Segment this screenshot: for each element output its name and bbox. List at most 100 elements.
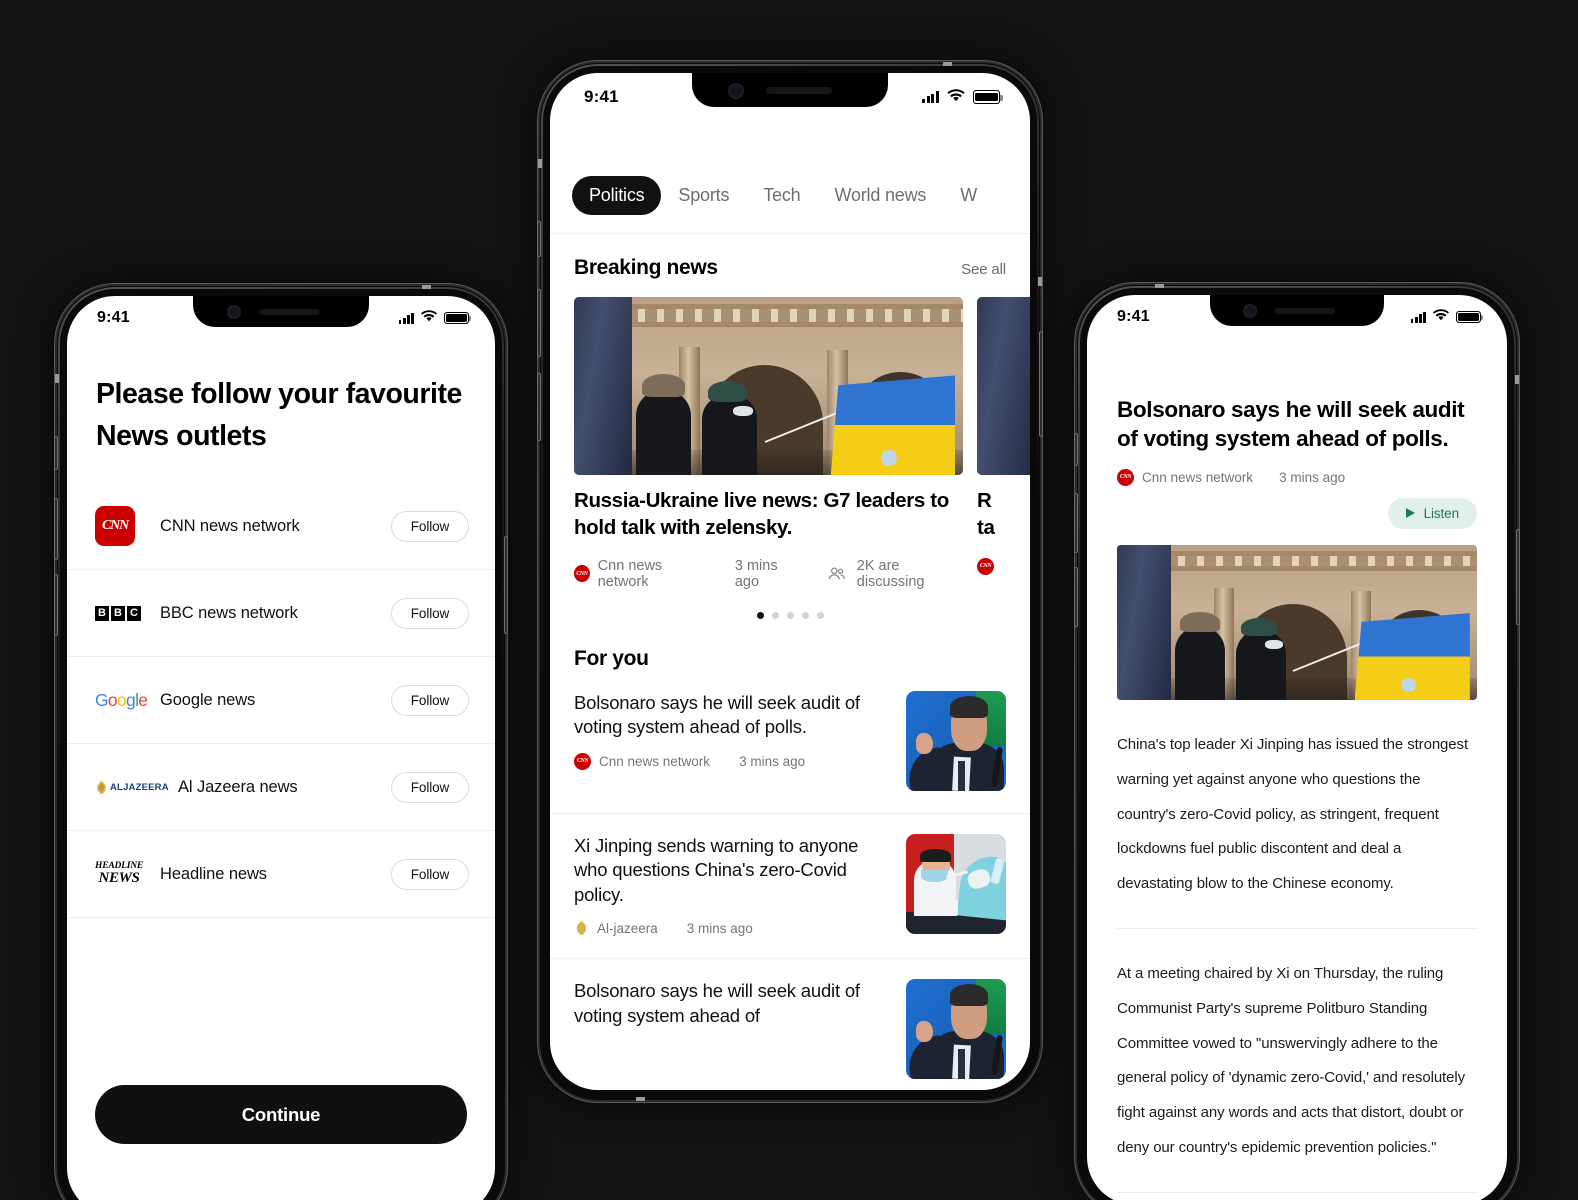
antenna-line bbox=[538, 159, 542, 168]
listen-button[interactable]: Listen bbox=[1387, 497, 1477, 529]
antenna-line bbox=[1515, 375, 1519, 384]
volume-down-button[interactable] bbox=[54, 574, 58, 636]
power-button[interactable] bbox=[1039, 331, 1043, 437]
earpiece-speaker bbox=[766, 86, 832, 94]
pager-dot[interactable] bbox=[771, 611, 779, 619]
cnn-logo: CNN bbox=[574, 752, 591, 770]
breaking-news-carousel[interactable]: Russia-Ukraine live news: G7 leaders to … bbox=[550, 280, 1030, 590]
cellular-signal-icon bbox=[1410, 311, 1426, 323]
wifi-icon bbox=[947, 87, 965, 107]
story-body: Bolsonaro says he will seek audit of vot… bbox=[574, 691, 888, 770]
ukraine-protest-photo bbox=[1117, 544, 1477, 700]
list-item[interactable]: Bolsonaro says he will seek audit of vot… bbox=[550, 671, 1030, 814]
earpiece-speaker bbox=[1275, 307, 1335, 314]
pager-dot[interactable] bbox=[801, 611, 809, 619]
page-title: Please follow your favourite News outlet… bbox=[96, 378, 462, 452]
timestamp: 3 mins ago bbox=[739, 753, 806, 769]
story-body: Bolsonaro says he will seek audit of vot… bbox=[574, 979, 888, 1028]
timestamp: 3 mins ago bbox=[734, 557, 778, 590]
cnn-logo: CNN bbox=[95, 506, 147, 547]
status-time: 9:41 bbox=[1117, 308, 1150, 325]
outlet-name: Google news bbox=[160, 690, 256, 709]
list-item[interactable]: BBC BBC news network Follow bbox=[67, 570, 495, 658]
timestamp: 3 mins ago bbox=[686, 920, 753, 936]
cnn-logo: CNN bbox=[574, 565, 590, 583]
story-title: Bolsonaro says he will seek audit of vot… bbox=[574, 691, 860, 738]
volume-up-button[interactable] bbox=[537, 289, 541, 357]
list-item[interactable]: ALJAZEERA Al Jazeera news Follow bbox=[67, 744, 495, 832]
tab-overflow[interactable]: W bbox=[943, 176, 994, 215]
follow-button[interactable]: Follow bbox=[391, 858, 469, 890]
continue-button[interactable]: Continue bbox=[95, 1085, 467, 1144]
phone1-screen: 9:41 Please follow your favourite News o… bbox=[67, 296, 495, 1200]
follow-button[interactable]: Follow bbox=[391, 510, 469, 542]
pager-dot[interactable] bbox=[756, 611, 764, 619]
phone3-screen: 9:41 Bolsonaro says he will seek audit o… bbox=[1087, 295, 1507, 1200]
volume-up-button[interactable] bbox=[1074, 493, 1078, 553]
wifi-icon bbox=[1433, 308, 1449, 326]
battery-icon bbox=[1456, 310, 1484, 324]
story-meta: Al-jazeera 3 mins ago bbox=[574, 920, 888, 936]
notch bbox=[193, 296, 369, 327]
mute-switch[interactable] bbox=[1074, 433, 1078, 466]
tab-politics[interactable]: Politics bbox=[572, 176, 662, 215]
front-camera bbox=[728, 83, 744, 99]
source: CNN Cnn news network bbox=[1117, 468, 1253, 486]
article-meta: CNN Cnn news network 3 mins ago bbox=[1087, 454, 1507, 486]
cellular-signal-icon bbox=[922, 91, 939, 103]
volume-up-button[interactable] bbox=[54, 498, 58, 560]
mute-switch[interactable] bbox=[537, 221, 541, 257]
canvas: 9:41 Please follow your favourite News o… bbox=[0, 0, 1578, 1200]
pager-dot[interactable] bbox=[786, 611, 794, 619]
list-item[interactable]: CNN CNN news network Follow bbox=[67, 483, 495, 571]
news-card[interactable]: R ta CNN bbox=[977, 297, 1030, 590]
source: CNN Cnn news network bbox=[574, 558, 708, 590]
notch bbox=[692, 73, 888, 107]
volume-down-button[interactable] bbox=[537, 373, 541, 441]
tab-sports[interactable]: Sports bbox=[661, 176, 746, 215]
follow-button[interactable]: Follow bbox=[391, 684, 469, 716]
section-title: Breaking news bbox=[574, 256, 718, 279]
aljazeera-logo: ALJAZEERA bbox=[95, 780, 169, 795]
source-name: Cnn news network bbox=[597, 557, 663, 590]
status-icons bbox=[398, 309, 472, 327]
aljazeera-logo bbox=[574, 920, 589, 936]
front-camera bbox=[1243, 304, 1257, 318]
bolsonaro-photo bbox=[906, 690, 1006, 791]
play-icon bbox=[1405, 508, 1415, 519]
list-item[interactable]: Google Google news Follow bbox=[67, 657, 495, 745]
source: CNN Cnn news network bbox=[574, 752, 710, 770]
tab-tech[interactable]: Tech bbox=[746, 176, 817, 215]
follow-button[interactable]: Follow bbox=[391, 597, 469, 629]
power-button[interactable] bbox=[1516, 529, 1520, 625]
wifi-icon bbox=[421, 309, 437, 327]
list-item[interactable]: Bolsonaro says he will seek audit of vot… bbox=[550, 959, 1030, 1090]
news-feed-screen: Politics Sports Tech World news W Breaki… bbox=[550, 73, 1030, 1090]
front-camera bbox=[227, 305, 241, 319]
antenna-line bbox=[1038, 277, 1042, 286]
timestamp: 3 mins ago bbox=[1279, 469, 1346, 485]
see-all-link[interactable]: See all bbox=[961, 261, 1006, 278]
battery-icon bbox=[444, 311, 472, 325]
carousel-pager[interactable] bbox=[550, 611, 1030, 619]
power-button[interactable] bbox=[504, 536, 508, 634]
follow-button[interactable]: Follow bbox=[391, 771, 469, 803]
outlet-name: BBC news network bbox=[160, 603, 298, 622]
phone-news-feed: 9:41 Politics Sports Tech World news W B… bbox=[537, 62, 1043, 1101]
tab-world-news[interactable]: World news bbox=[817, 176, 943, 215]
mute-switch[interactable] bbox=[54, 436, 58, 470]
story-title: Xi Jinping sends warning to anyone who q… bbox=[574, 834, 859, 905]
news-card-title: R ta bbox=[977, 489, 995, 539]
bolsonaro-photo bbox=[906, 979, 1006, 1080]
list-item[interactable]: Xi Jinping sends warning to anyone who q… bbox=[550, 814, 1030, 960]
pager-dot[interactable] bbox=[816, 611, 824, 619]
discussing-count: 2K are discussing bbox=[856, 557, 925, 590]
list-item[interactable]: HEADLINE NEWS Headline news Follow bbox=[67, 831, 495, 919]
battery-icon bbox=[973, 90, 1003, 104]
covid-swab-photo bbox=[906, 833, 1006, 934]
news-card[interactable]: Russia-Ukraine live news: G7 leaders to … bbox=[574, 297, 963, 590]
notch bbox=[1210, 295, 1384, 326]
news-card-meta: CNN bbox=[977, 557, 1030, 575]
volume-down-button[interactable] bbox=[1074, 567, 1078, 627]
news-card-title: Russia-Ukraine live news: G7 leaders to … bbox=[574, 489, 949, 539]
